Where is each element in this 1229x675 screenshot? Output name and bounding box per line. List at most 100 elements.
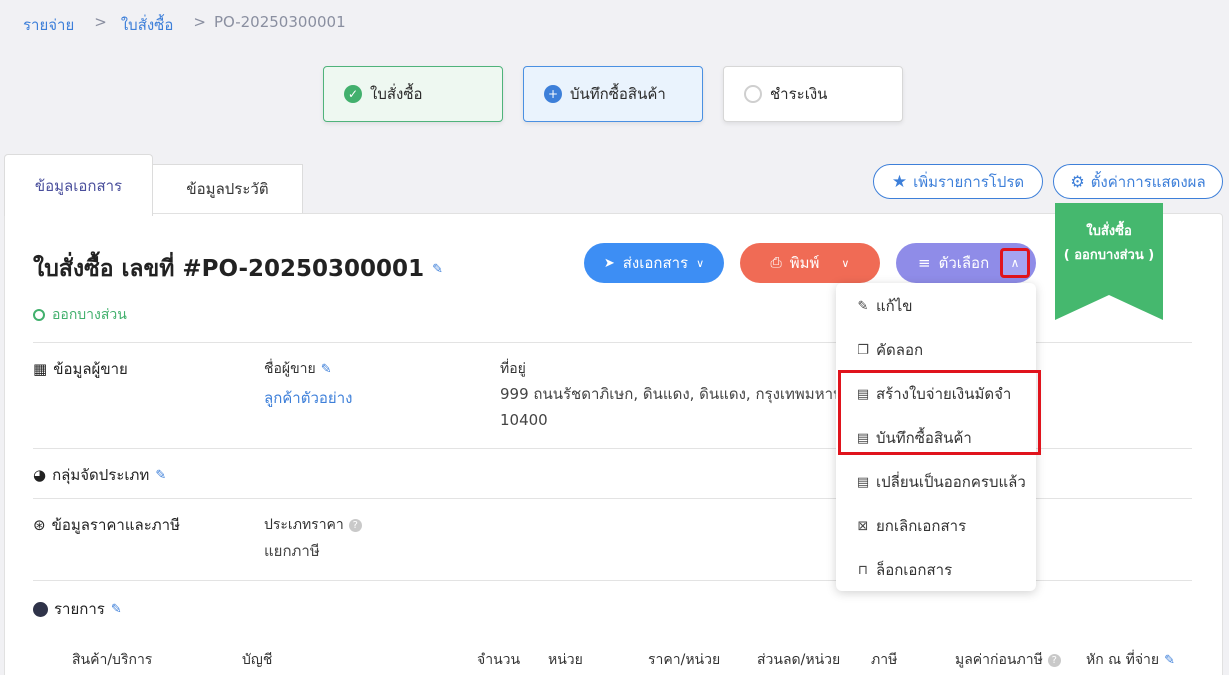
send-document-button[interactable]: ➤ ส่งเอกสาร ∨ <box>584 243 724 283</box>
button-label: ส่งเอกสาร <box>622 254 689 272</box>
check-circle-icon: ✓ <box>344 85 362 103</box>
vendor-name-label: ชื่อผู้ขาย ✎ <box>264 358 332 380</box>
chevron-down-icon: ∨ <box>696 256 705 270</box>
add-favorite-button[interactable]: ★ เพิ่มรายการโปรด <box>873 164 1043 199</box>
edit-pencil-icon[interactable]: ✎ <box>1164 653 1175 668</box>
menu-item-mark-complete[interactable]: ▤ เปลี่ยนเป็นออกครบแล้ว <box>856 470 1026 494</box>
step-label: บันทึกซื้อสินค้า <box>570 85 666 103</box>
breadcrumb-separator: > <box>193 13 206 31</box>
ribbon-title: ใบสั่งซื้อ <box>1086 224 1132 239</box>
menu-item-cancel[interactable]: ⊠ ยกเลิกเอกสาร <box>856 514 967 538</box>
column-header: บัญชี <box>242 652 273 668</box>
breadcrumb-current: PO-20250300001 <box>213 13 346 31</box>
vendor-section-label: ▦ ข้อมูลผู้ขาย <box>33 357 128 381</box>
document-x-icon: ⊠ <box>857 518 869 534</box>
copy-icon: ❐ <box>857 342 869 358</box>
step-label: ชำระเงิน <box>770 85 828 103</box>
menu-item-edit[interactable]: ✎ แก้ไข <box>856 294 913 318</box>
print-button[interactable]: ⎙ พิมพ์ ∨ <box>740 243 880 283</box>
column-header: ราคา/หน่วย <box>648 652 721 668</box>
field-label: ชื่อผู้ขาย <box>264 361 316 377</box>
edit-pencil-icon[interactable]: ✎ <box>155 468 166 483</box>
address-value: 999 ถนนรัชดาภิเษก, ดินแดง, ดินแดง, กรุงเ… <box>500 381 836 433</box>
display-settings-button[interactable]: ⚙ ตั้งค่าการแสดงผล <box>1053 164 1223 199</box>
address-label: ที่อยู่ <box>500 361 526 377</box>
page-title: ใบสั่งซื้อ เลขที่ #PO-20250300001 ✎ <box>33 251 443 287</box>
menu-lines-icon: ≡ <box>918 254 931 272</box>
ribbon-label: ใบสั่งซื้อ ( ออกบางส่วน ) <box>1055 220 1163 268</box>
circle-icon <box>33 601 48 617</box>
button-label: ตัวเลือก <box>938 254 990 272</box>
building-icon: ▦ <box>33 360 48 378</box>
pie-chart-icon: ◕ <box>33 466 47 484</box>
step-payment[interactable]: ชำระเงิน <box>723 66 903 122</box>
category-section-label: ◕ กลุ่มจัดประเภท ✎ <box>33 463 166 487</box>
column-header-pretax: มูลค่าก่อนภาษี ? <box>955 649 1061 671</box>
star-icon: ★ <box>891 171 908 192</box>
button-label: ตั้งค่าการแสดงผล <box>1090 172 1206 191</box>
status-ring-icon <box>33 309 45 321</box>
pricing-section-label: ⊛ ข้อมูลราคาและภาษี <box>33 513 180 537</box>
step-purchase-order[interactable]: ✓ ใบสั่งซื้อ <box>323 66 503 122</box>
edit-pencil-icon[interactable]: ✎ <box>111 602 122 617</box>
menu-item-label: เปลี่ยนเป็นออกครบแล้ว <box>876 473 1026 491</box>
tab-history[interactable]: ข้อมูลประวัติ <box>152 164 303 214</box>
address-line: 999 ถนนรัชดาภิเษก, ดินแดง, ดินแดง, กรุงเ… <box>500 385 836 403</box>
document-title: ใบสั่งซื้อ เลขที่ #PO-20250300001 <box>33 256 425 282</box>
printer-icon: ⎙ <box>770 255 782 271</box>
help-icon[interactable]: ? <box>1047 653 1061 667</box>
edit-icon: ✎ <box>857 298 869 314</box>
ribbon-subtitle: ( ออกบางส่วน ) <box>1063 248 1155 263</box>
button-label: เพิ่มรายการโปรด <box>913 172 1025 191</box>
column-header-label: หัก ณ ที่จ่าย <box>1086 652 1160 668</box>
tab-label: ข้อมูลประวัติ <box>186 180 269 198</box>
menu-item-lock[interactable]: ⊓ ล็อกเอกสาร <box>856 558 952 582</box>
empty-circle-icon <box>744 85 762 103</box>
paper-plane-icon: ➤ <box>603 255 615 271</box>
options-button[interactable]: ≡ ตัวเลือก ∧ <box>896 243 1036 283</box>
field-label: ประเภทราคา <box>264 517 344 533</box>
menu-item-label: แก้ไข <box>876 297 913 315</box>
options-toggle-button[interactable]: ∧ <box>1000 248 1030 278</box>
percent-badge-icon: ⊛ <box>33 516 46 534</box>
menu-item-label: ล็อกเอกสาร <box>876 561 953 579</box>
menu-item-label: คัดลอก <box>876 341 924 359</box>
tab-document-info[interactable]: ข้อมูลเอกสาร <box>4 154 153 216</box>
section-title: ข้อมูลผู้ขาย <box>53 360 128 378</box>
column-header-label: มูลค่าก่อนภาษี <box>955 652 1043 668</box>
column-header: ส่วนลด/หน่วย <box>757 652 841 668</box>
price-type-label: ประเภทราคา ? <box>264 514 362 536</box>
edit-pencil-icon[interactable]: ✎ <box>321 362 332 377</box>
address-line: 10400 <box>500 411 548 429</box>
section-title: กลุ่มจัดประเภท <box>52 466 150 484</box>
column-header: ภาษี <box>871 652 898 668</box>
section-title: ข้อมูลราคาและภาษี <box>51 516 180 534</box>
price-type-value: แยกภาษี <box>264 542 320 560</box>
breadcrumb-separator: > <box>94 13 107 31</box>
edit-pencil-icon[interactable]: ✎ <box>432 262 443 277</box>
column-header: สินค้า/บริการ <box>72 652 153 668</box>
lock-icon: ⊓ <box>857 562 869 578</box>
vendor-name-link[interactable]: ลูกค้าตัวอย่าง <box>264 386 352 410</box>
document-icon: ▤ <box>856 474 870 490</box>
button-label: พิมพ์ <box>789 254 820 272</box>
chevron-up-icon: ∧ <box>1010 256 1020 270</box>
status-badge: ออกบางส่วน <box>33 304 127 326</box>
step-purchase-record[interactable]: + บันทึกซื้อสินค้า <box>523 66 703 122</box>
menu-item-copy[interactable]: ❐ คัดลอก <box>856 338 923 362</box>
tab-label: ข้อมูลเอกสาร <box>34 176 123 195</box>
breadcrumb-expenses[interactable]: รายจ่าย <box>23 13 74 37</box>
column-header-withholding: หัก ณ ที่จ่าย ✎ <box>1086 649 1175 671</box>
plus-circle-icon: + <box>544 85 562 103</box>
section-title: รายการ <box>54 600 105 618</box>
highlight-box <box>838 370 1041 455</box>
breadcrumb: รายจ่าย > ใบสั่งซื้อ > PO-20250300001 <box>23 13 346 37</box>
step-label: ใบสั่งซื้อ <box>370 85 423 103</box>
chevron-down-icon: ∨ <box>841 256 850 270</box>
breadcrumb-purchase-orders[interactable]: ใบสั่งซื้อ <box>121 13 174 37</box>
gear-icon: ⚙ <box>1070 172 1085 191</box>
column-header: จำนวน <box>477 652 521 668</box>
status-text: ออกบางส่วน <box>52 307 127 323</box>
items-section-label: รายการ ✎ <box>33 597 122 621</box>
help-icon[interactable]: ? <box>348 518 362 532</box>
